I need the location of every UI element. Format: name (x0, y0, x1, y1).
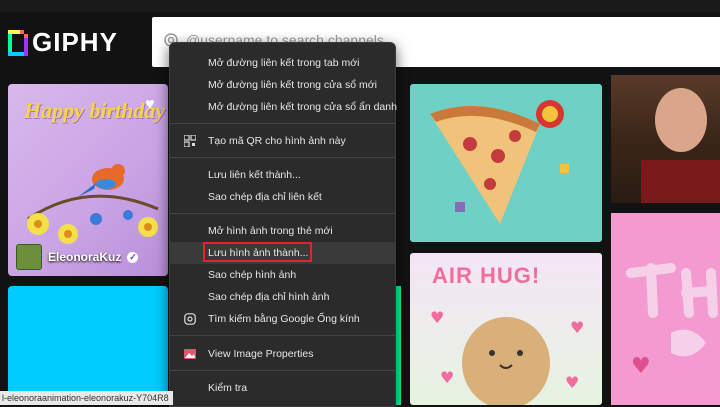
svg-text:♥: ♥ (565, 373, 579, 392)
gif-tile-cyan[interactable] (8, 286, 168, 405)
menu-separator (170, 123, 395, 124)
gif-tile-pizza[interactable] (410, 84, 602, 242)
browser-top-strip (0, 0, 720, 12)
status-bar-url: l-eleonoraanimation-eleonorakuz-Y704R8 (0, 391, 173, 405)
avatar (16, 244, 42, 270)
potato-hug-illustration: ♥ ♥ ♥ ♥ (430, 308, 584, 405)
gif-tile-portrait[interactable] (611, 75, 720, 203)
uploader-name: EleonoraKuz (48, 250, 122, 264)
birthday-gif-text: Happy birthday (24, 98, 166, 123)
menu-open-link-new-tab[interactable]: Mở đường liên kết trong tab mới (170, 52, 395, 74)
gif-uploader[interactable]: EleonoraKuz ✓ (16, 244, 139, 270)
menu-open-link-new-window[interactable]: Mở đường liên kết trong cửa sổ mới (170, 74, 395, 96)
menu-create-qr-code[interactable]: Tạo mã QR cho hình ảnh này (170, 130, 395, 152)
highlight-box (203, 242, 312, 262)
gif-tile-airhug[interactable]: AIR HUG! ♥ ♥ ♥ ♥ (410, 253, 602, 405)
menu-open-link-incognito[interactable]: Mở đường liên kết trong cửa sổ ẩn danh (170, 96, 397, 118)
verified-badge-icon: ✓ (127, 251, 139, 263)
svg-text:♥: ♥ (570, 318, 584, 337)
svg-text:♥: ♥ (440, 368, 454, 387)
menu-open-image-new-tab[interactable]: Mở hình ảnh trong thẻ mới (170, 220, 395, 242)
menu-inspect[interactable]: Kiểm tra (170, 377, 395, 399)
menu-separator (170, 157, 395, 158)
google-lens-icon (184, 313, 196, 325)
giphy-logo-icon (8, 29, 28, 56)
svg-text:♥: ♥ (631, 354, 651, 379)
context-menu: Mở đường liên kết trong tab mới Mở đường… (169, 42, 397, 407)
menu-separator (170, 370, 395, 371)
flowers-bird-illustration (27, 164, 159, 244)
menu-separator (170, 335, 395, 336)
menu-copy-image-address[interactable]: Sao chép địa chỉ hình ảnh (170, 286, 395, 308)
giphy-wordmark: GIPHY (32, 27, 118, 57)
gif-tile-birthday[interactable]: Happy birthday ♥ EleonoraKuz ✓ (8, 84, 168, 276)
svg-text:♥: ♥ (430, 308, 444, 327)
gif-tile-thanks[interactable]: ♥ (611, 213, 720, 405)
qr-code-icon (184, 135, 196, 147)
image-properties-icon (184, 349, 196, 359)
menu-copy-image[interactable]: Sao chép hình ảnh (170, 264, 395, 286)
menu-separator (170, 213, 395, 214)
pizza-illustration (430, 100, 569, 224)
menu-view-image-properties[interactable]: View Image Properties (170, 343, 395, 365)
thanks-lettering-illustration: ♥ (626, 263, 718, 379)
favorite-heart-icon[interactable]: ♥ (145, 96, 155, 114)
portrait-illustration (641, 88, 720, 203)
airhug-gif-text: AIR HUG! (432, 263, 541, 288)
menu-save-link-as[interactable]: Lưu liên kết thành... (170, 164, 395, 186)
menu-copy-link-address[interactable]: Sao chép địa chỉ liên kết (170, 186, 395, 208)
giphy-logo[interactable]: GIPHY (8, 27, 118, 58)
menu-search-google-lens[interactable]: Tìm kiếm bằng Google Ống kính (170, 308, 395, 330)
